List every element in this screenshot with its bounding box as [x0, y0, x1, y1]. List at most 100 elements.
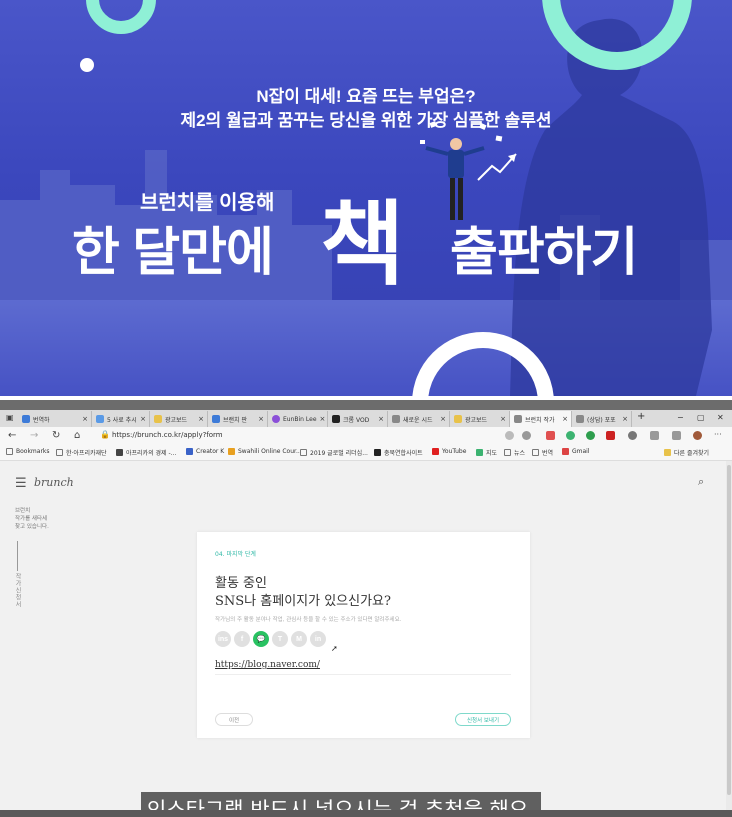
- blog-icon[interactable]: 💬: [253, 631, 269, 647]
- tab-close-icon[interactable]: ×: [79, 415, 91, 423]
- tab-favicon: [22, 415, 30, 423]
- tab-7[interactable]: 새로운 시드 ×: [388, 411, 450, 427]
- tab-6[interactable]: 크롬 VOD ×: [328, 411, 388, 427]
- linkedin-icon[interactable]: in: [310, 631, 326, 647]
- tab-close-icon[interactable]: ×: [255, 415, 267, 423]
- medium-icon[interactable]: M: [291, 631, 307, 647]
- twitter-icon[interactable]: T: [272, 631, 288, 647]
- step-label: 04. 마지막 단계: [215, 551, 256, 558]
- tab-label: 브랜치 판: [223, 416, 247, 424]
- home-icon[interactable]: ⌂: [74, 430, 80, 442]
- settings-icon[interactable]: [522, 431, 531, 440]
- submit-application-button[interactable]: 신청서 보내기: [455, 713, 511, 726]
- side-divider: [17, 541, 18, 571]
- page-content: ☰ brunch ⌕ 브런치 작가를 새타세 찾고 있습니다. 작가신청서 04…: [0, 461, 726, 817]
- bookmark-item[interactable]: YouTube: [432, 448, 466, 455]
- tab-10[interactable]: (상담) 포포 ×: [572, 411, 632, 427]
- tab-5[interactable]: EunBin Lee ×: [268, 411, 328, 427]
- extension-icon[interactable]: [586, 431, 595, 440]
- sns-url-input[interactable]: https://blog.naver.com/: [215, 660, 511, 675]
- sync-icon[interactable]: [628, 431, 637, 440]
- tab-favicon: [392, 415, 400, 423]
- tab-favicon: [212, 415, 220, 423]
- tab-8[interactable]: 광고보드 ×: [450, 411, 510, 427]
- tab-close-icon[interactable]: ×: [437, 415, 449, 423]
- bookmark-item[interactable]: 뉴스: [504, 448, 525, 457]
- tab-close-icon[interactable]: ×: [195, 415, 207, 423]
- tab-1[interactable]: 번역하 ×: [18, 411, 92, 427]
- scrollbar-thumb[interactable]: [727, 465, 731, 795]
- tab-9-active[interactable]: 브런치 작가 ×: [510, 411, 572, 427]
- close-window-button[interactable]: ✕: [717, 413, 724, 422]
- question-line-1: 활동 중인: [215, 576, 267, 591]
- bookmark-icon: [186, 448, 193, 455]
- previous-button[interactable]: 이전: [215, 713, 253, 726]
- bookmark-icon: [300, 449, 307, 456]
- bookmark-item[interactable]: 충북연합사이트: [374, 448, 423, 457]
- tab-favicon: [576, 415, 584, 423]
- forward-icon[interactable]: →: [30, 430, 38, 442]
- banner-big-right: 출판하기: [450, 224, 638, 282]
- banner-big-left: 한 달만에: [72, 224, 274, 282]
- bookmark-item[interactable]: 아프리카의 경제 -...: [116, 448, 176, 457]
- collections-icon[interactable]: [672, 431, 681, 440]
- favorites-icon[interactable]: [650, 431, 659, 440]
- tab-label: 브런치 작가: [525, 416, 555, 424]
- instagram-icon[interactable]: ins: [215, 631, 231, 647]
- banner-big-center: 책: [320, 194, 405, 296]
- bookmark-item[interactable]: 지도: [476, 448, 497, 457]
- brunch-logo[interactable]: brunch: [34, 476, 74, 489]
- tab-close-icon[interactable]: ×: [619, 415, 631, 423]
- bookmark-item[interactable]: 번역: [532, 448, 553, 457]
- extension-icon[interactable]: [606, 431, 615, 440]
- building: [40, 170, 70, 310]
- more-options-icon[interactable]: ···: [714, 429, 722, 441]
- search-icon[interactable]: ⌕: [698, 475, 704, 489]
- bookmark-item[interactable]: 한·아프리카재단: [56, 448, 107, 457]
- tab-favicon: [96, 415, 104, 423]
- lock-icon[interactable]: 🔒: [100, 430, 110, 439]
- taskbar-strip: [0, 810, 732, 817]
- page-scrollbar[interactable]: [726, 461, 732, 817]
- url-field[interactable]: https://brunch.co.kr/apply?form: [112, 431, 223, 439]
- bookmarks-bar: Bookmarks 한·아프리카재단 아프리카의 경제 -... Creator…: [0, 445, 732, 461]
- bookmark-icon: [56, 449, 63, 456]
- extension-icon[interactable]: [546, 431, 555, 440]
- refresh-icon[interactable]: ↻: [52, 430, 60, 442]
- back-icon[interactable]: ←: [8, 430, 16, 442]
- tab-close-icon[interactable]: ×: [497, 415, 509, 423]
- minimize-button[interactable]: −: [677, 413, 684, 422]
- tab-4[interactable]: 브랜치 판 ×: [208, 411, 268, 427]
- tab-3[interactable]: 광고보드 ×: [150, 411, 208, 427]
- facebook-icon[interactable]: f: [234, 631, 250, 647]
- bookmark-icon: [228, 448, 235, 455]
- bookmark-item[interactable]: Gmail: [562, 448, 590, 455]
- banner-headline-2: 제2의 월급과 꿈꾸는 당신을 위한 가장 심플한 솔루션: [180, 111, 552, 130]
- tab-favicon: [154, 415, 162, 423]
- building: [0, 200, 40, 310]
- menu-icon[interactable]: ☰: [15, 476, 27, 491]
- tab-close-icon[interactable]: ×: [137, 415, 149, 423]
- new-tab-button[interactable]: +: [637, 411, 645, 422]
- bookmark-item[interactable]: Swahili Online Cour...: [228, 448, 302, 455]
- profile-avatar[interactable]: [693, 431, 702, 440]
- bookmark-item[interactable]: Bookmarks: [6, 448, 50, 455]
- tab-favicon: [272, 415, 280, 423]
- extension-icon[interactable]: [566, 431, 575, 440]
- tab-favicon: [514, 415, 522, 423]
- read-aloud-icon[interactable]: [505, 431, 514, 440]
- tab-label: 5 사료 추시: [107, 416, 137, 424]
- tab-close-icon[interactable]: ×: [317, 415, 327, 423]
- tab-close-icon[interactable]: ×: [375, 415, 387, 423]
- tab-actions-icon[interactable]: ▣: [6, 412, 14, 424]
- youtube-icon: [432, 448, 439, 455]
- tab-close-icon[interactable]: ×: [559, 415, 571, 423]
- maximize-button[interactable]: ▢: [697, 413, 705, 422]
- bookmark-item[interactable]: 2019 글로벌 리더십...: [300, 448, 368, 457]
- tab-2[interactable]: 5 사료 추시 ×: [92, 411, 150, 427]
- tab-bar: ▣ 번역하 × 5 사료 추시 × 광고보드 × 브랜치 판 × EunBin …: [0, 400, 732, 427]
- tab-favicon: [332, 415, 340, 423]
- bookmark-item[interactable]: Creator K: [186, 448, 224, 455]
- other-bookmarks[interactable]: 다른 즐겨찾기: [664, 448, 709, 457]
- screen: N잡이 대세! 요즘 뜨는 부업은? 제2의 월급과 꿈꾸는 당신을 위한 가장…: [0, 0, 732, 817]
